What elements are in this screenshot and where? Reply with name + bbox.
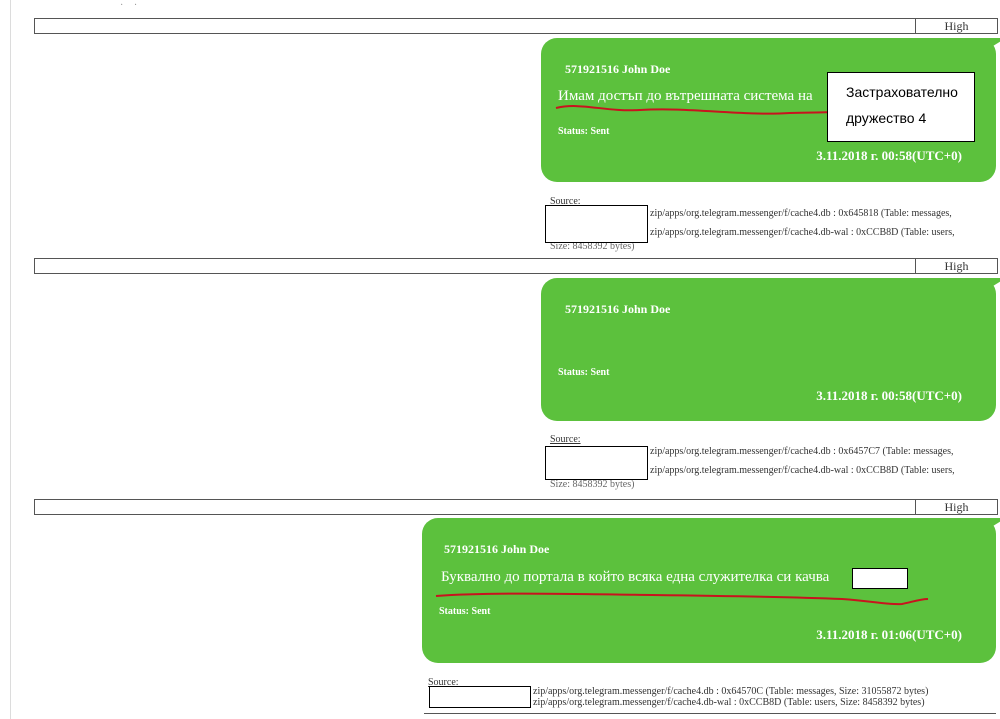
message-header-row: High [34,499,998,515]
redaction-box [545,205,648,243]
source-path-line: zip/apps/org.telegram.messenger/f/cache4… [650,465,955,476]
source-label: Source: [550,434,581,445]
annotation-line: Застрахователно [846,84,958,100]
annotation-line: дружество 4 [846,110,927,126]
status-label: Status: [558,126,589,137]
source-path-line: zip/apps/org.telegram.messenger/f/cache4… [650,208,952,219]
bubble-tail [980,38,1000,54]
sender-name: 571921516 John Doe [565,62,671,76]
redaction-box [429,686,531,708]
message-header-row: High [34,18,998,34]
source-path-line: zip/apps/org.telegram.messenger/f/cache4… [533,697,925,708]
priority-label: High [915,18,997,34]
annotation-box: Застрахователно дружество 4 [827,72,975,142]
status-value: Sent [590,126,610,137]
source-size-line: Size: 8458392 bytes) [550,479,635,490]
source-path-line: zip/apps/org.telegram.messenger/f/cache4… [650,446,954,457]
source-path-line: zip/apps/org.telegram.messenger/f/cache4… [650,227,955,238]
top-dots: · · [120,0,142,11]
redaction-box [545,446,648,480]
status-value: Sent [590,367,610,378]
status-value: Sent [471,606,491,617]
message-header-row: High [34,258,998,274]
message-status: Status: Sent [558,126,609,137]
status-label: Status: [439,606,470,617]
source-path-line: zip/apps/org.telegram.messenger/f/cache4… [533,686,929,697]
footer-rule [424,713,996,714]
sender-name: 571921516 John Doe [444,542,550,556]
bubble-tail [980,278,1000,294]
redaction-box [852,568,908,589]
message-bubble[interactable]: 571921516 John Doe Status: Sent 3.11.201… [541,278,1000,421]
message-bubble[interactable]: 571921516 John Doe Буквално до портала в… [422,518,1000,663]
message-timestamp: 3.11.2018 г. 00:58(UTC+0) [816,388,962,403]
priority-label: High [915,258,997,274]
priority-label: High [915,499,997,515]
message-status: Status: Sent [439,606,490,617]
message-timestamp: 3.11.2018 г. 00:58(UTC+0) [816,148,962,163]
status-label: Status: [558,367,589,378]
bubble-tail [980,518,1000,534]
sender-name: 571921516 John Doe [565,302,671,316]
page-left-border [10,0,11,719]
message-text: Имам достъп до вътрешната система на [558,88,813,104]
message-timestamp: 3.11.2018 г. 01:06(UTC+0) [816,627,962,642]
message-status: Status: Sent [558,367,609,378]
message-text: Буквално до портала в който всяка една с… [441,569,830,585]
